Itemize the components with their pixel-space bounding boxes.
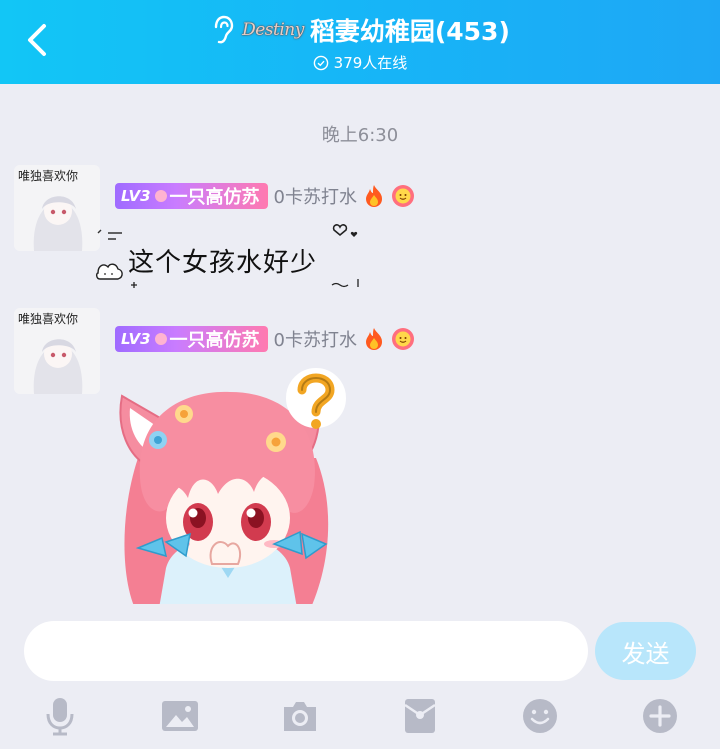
group-title: 稻妻幼稚园(453)	[309, 17, 510, 46]
avatar-caption: 唯独喜欢你	[18, 168, 78, 183]
composer-toolbar	[0, 694, 720, 738]
level-badge: LV3 一只高仿苏	[115, 183, 268, 209]
online-count: 379人在线	[333, 54, 408, 72]
group-logo: Destiny	[242, 20, 304, 40]
sender-title-tag: 0卡苏打水	[273, 330, 357, 351]
sender-nickname[interactable]: 一只高仿苏	[170, 183, 260, 209]
level-label: LV3	[121, 330, 151, 348]
message-text[interactable]: 这个女孩水好少	[128, 242, 317, 279]
message-item: 唯独喜欢你 LV3 一只高仿苏 0卡苏打水 这个女孩水好少	[0, 165, 720, 288]
red-packet-icon[interactable]	[398, 694, 442, 738]
message-timestamp: 晚上6:30	[321, 125, 399, 146]
avatar-caption: 唯独喜欢你	[18, 311, 78, 326]
group-title-row[interactable]: Destiny 稻妻幼稚园(453)	[0, 10, 720, 50]
flower-face-icon	[392, 185, 414, 207]
avatar-image: 唯独喜欢你	[14, 308, 100, 394]
online-status[interactable]: 379人在线	[0, 52, 720, 73]
check-circle-icon	[313, 55, 328, 70]
message-item: 唯独喜欢你 LV3 一只高仿苏 0卡苏打水	[0, 308, 720, 614]
plus-icon[interactable]	[638, 694, 682, 738]
sender-title-tag: 0卡苏打水	[273, 187, 357, 208]
fire-icon	[366, 185, 382, 207]
fire-icon	[366, 328, 382, 350]
microphone-icon[interactable]	[38, 694, 82, 738]
flower-face-icon	[392, 328, 414, 350]
level-dot	[154, 333, 167, 345]
emoji-icon[interactable]	[518, 694, 562, 738]
send-button[interactable]: 发送	[595, 622, 696, 680]
message-input[interactable]	[24, 621, 588, 681]
sender-nickname[interactable]: 一只高仿苏	[170, 326, 260, 352]
sticker-image	[119, 368, 346, 614]
anime-girl-question-sticker[interactable]	[108, 368, 358, 614]
level-badge: LV3 一只高仿苏	[115, 326, 268, 352]
sender-info: LV3 一只高仿苏 0卡苏打水	[115, 325, 415, 353]
level-dot	[154, 190, 167, 202]
avatar[interactable]: 唯独喜欢你	[14, 308, 100, 394]
image-icon[interactable]	[158, 694, 202, 738]
sender-info: LV3 一只高仿苏 0卡苏打水	[115, 182, 415, 210]
message-composer: 发送	[0, 604, 720, 749]
chat-header: Destiny 稻妻幼稚园(453) 379人在线	[0, 0, 720, 84]
level-label: LV3	[121, 187, 151, 205]
ear-icon	[214, 15, 234, 44]
camera-icon[interactable]	[278, 694, 322, 738]
